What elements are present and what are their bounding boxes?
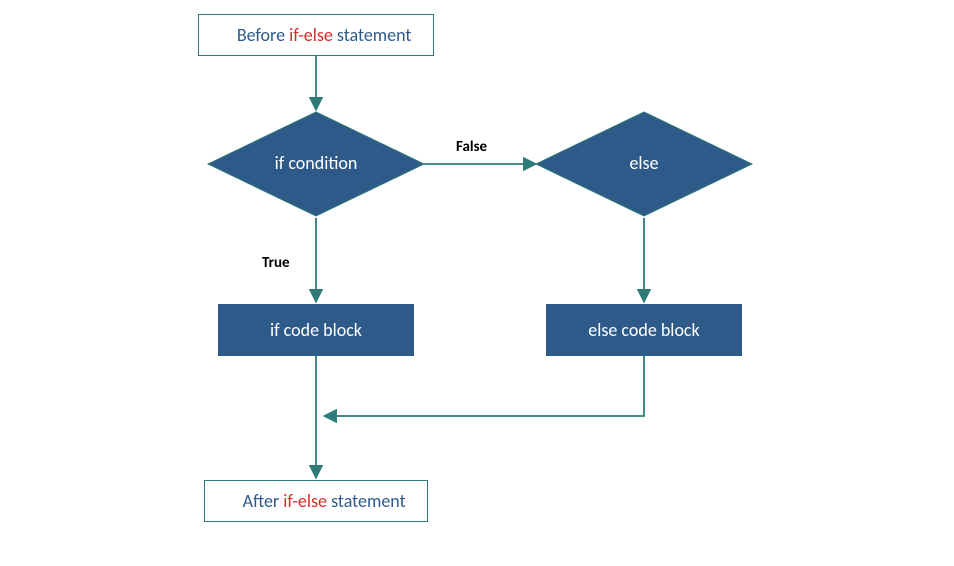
after-prefix: After — [243, 490, 284, 512]
before-suffix: statement — [333, 24, 412, 46]
else-code-block: else code block — [546, 304, 742, 356]
else-diamond — [536, 112, 752, 216]
if-code-block: if code block — [218, 304, 414, 356]
before-box: Before if-else statement — [198, 14, 434, 56]
flow-connectors — [0, 0, 954, 566]
after-keyword: if-else — [283, 490, 327, 512]
before-keyword: if-else — [289, 24, 333, 46]
after-suffix: statement — [327, 490, 406, 512]
after-box: After if-else statement — [204, 480, 428, 522]
before-prefix: Before — [237, 24, 289, 46]
if-condition-diamond — [208, 112, 424, 216]
